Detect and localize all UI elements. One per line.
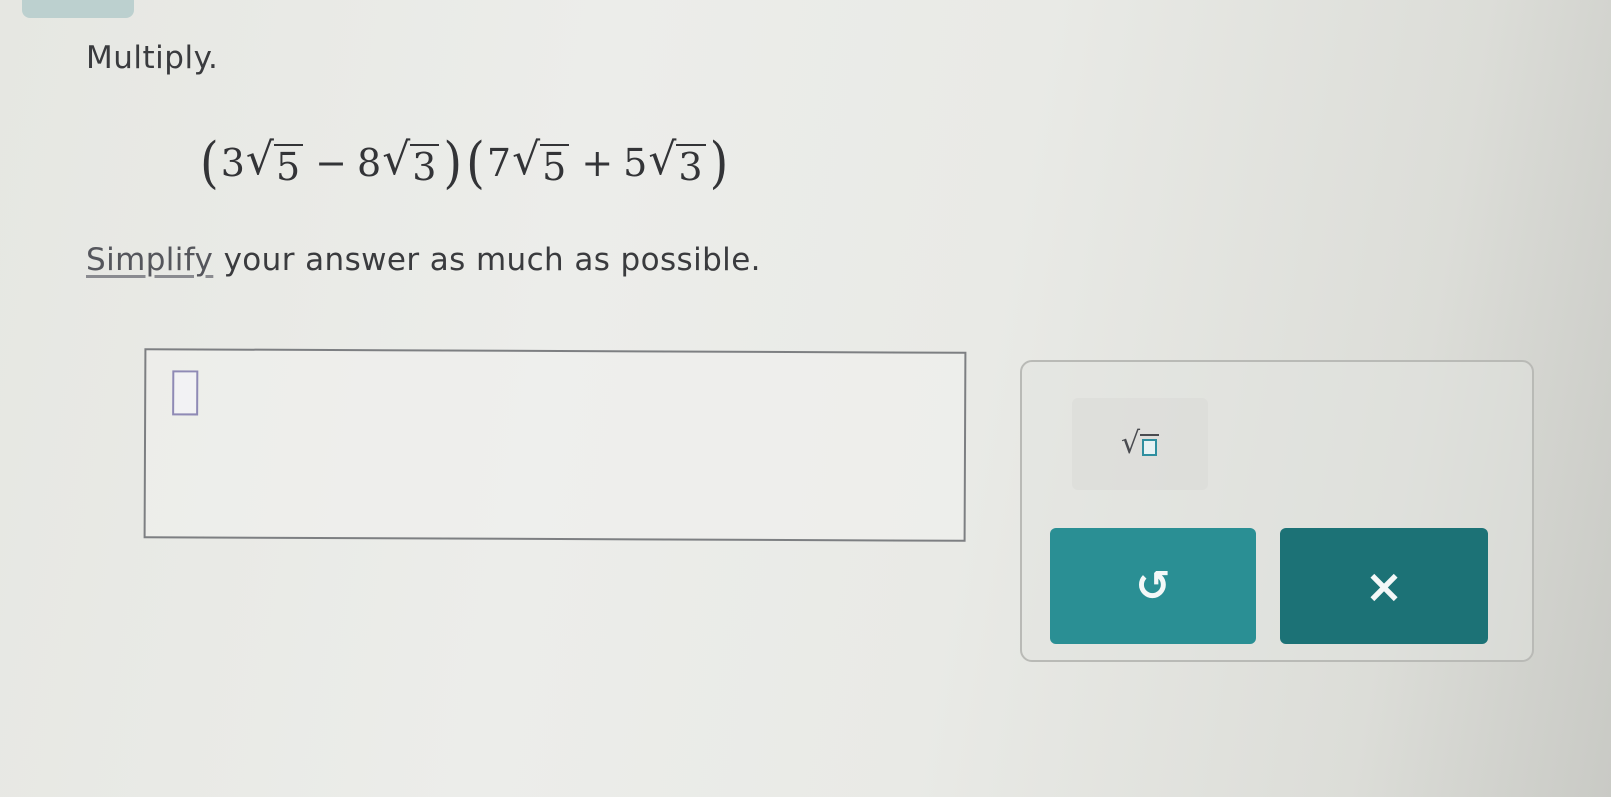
term-coefficient: 7 [486, 141, 512, 185]
answer-input-area[interactable] [143, 348, 967, 542]
instruction-text: Simplify your answer as much as possible… [86, 242, 761, 278]
close-icon: × [1364, 559, 1404, 613]
close-paren: ) [443, 130, 463, 196]
clear-button[interactable]: × [1280, 528, 1488, 644]
operator: − [315, 141, 347, 185]
radical: √ 3 [382, 134, 440, 190]
placeholder-box [1140, 434, 1160, 459]
radical-sign: √ [512, 134, 541, 186]
undo-button[interactable]: ↺ [1050, 528, 1256, 644]
instruction-rest: your answer as much as possible. [213, 242, 761, 278]
radical: √ 5 [512, 134, 570, 190]
square-root-template-icon: √ [1120, 426, 1160, 461]
radicand: 3 [410, 144, 440, 190]
term-coefficient: 3 [220, 141, 245, 185]
square-root-button[interactable]: √ [1072, 398, 1208, 490]
radicand: 5 [540, 144, 570, 190]
radical-sign: √ [648, 134, 677, 186]
answer-input-slot[interactable] [172, 370, 199, 416]
math-expression: ( 3 √ 5 − 8 √ 3 ) ( 7 √ 5 + 5 √ 3 ) [198, 128, 730, 198]
close-paren: ) [709, 130, 729, 196]
radicand: 5 [273, 144, 304, 190]
term-coefficient: 5 [623, 141, 648, 185]
simplify-link[interactable]: Simplify [86, 242, 213, 278]
radical-sign: √ [245, 134, 274, 186]
operator: + [581, 141, 614, 185]
radical-sign: √ [382, 134, 411, 186]
open-paren: ( [466, 130, 485, 196]
radical-sign: √ [1120, 426, 1141, 461]
math-keypad: √ ↺ × [1020, 360, 1534, 662]
undo-icon: ↺ [1135, 561, 1171, 610]
radical: √ 3 [648, 134, 706, 190]
open-paren: ( [200, 130, 219, 196]
radical: √ 5 [245, 134, 304, 190]
top-tab[interactable] [22, 0, 134, 18]
term-coefficient: 8 [357, 141, 382, 185]
problem-prompt: Multiply. [86, 40, 219, 76]
radicand: 3 [676, 144, 706, 190]
